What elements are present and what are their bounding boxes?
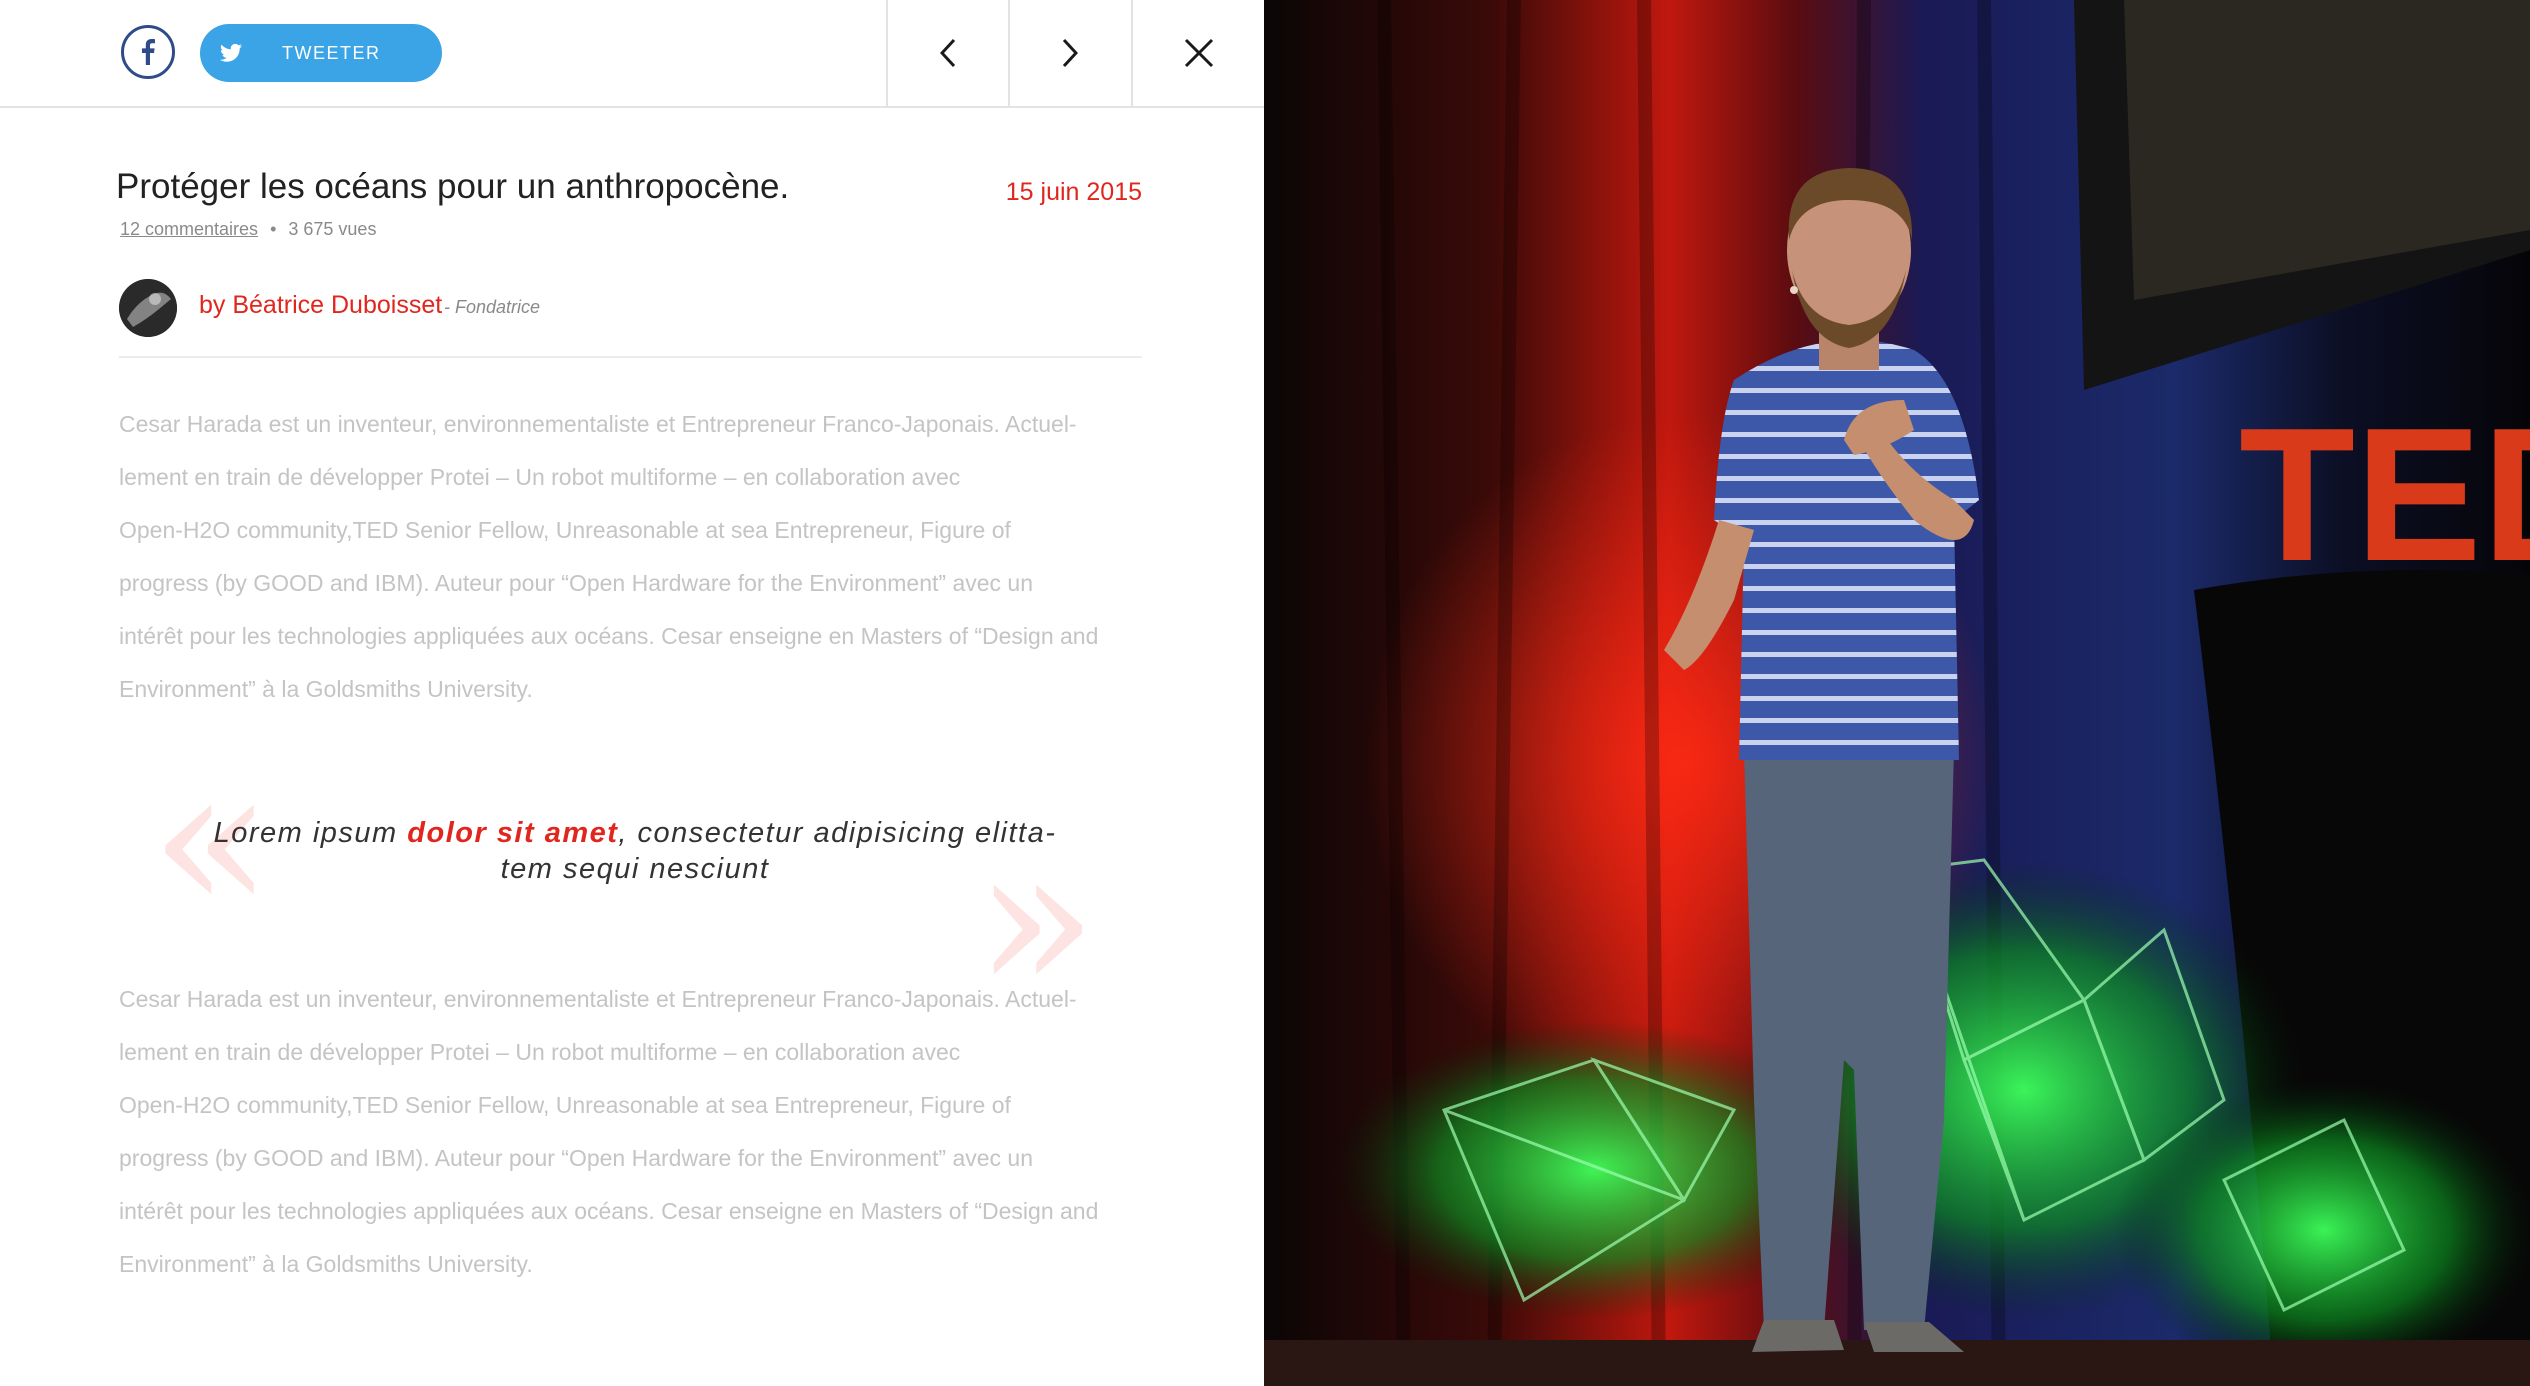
comments-link[interactable]: 12 commentaires: [120, 219, 258, 239]
divider: [119, 356, 1142, 358]
paragraph-line: progress (by GOOD and IBM). Auteur pour …: [119, 570, 1034, 596]
top-bar: TWEETER: [0, 0, 1264, 108]
speaker-photo: TED: [1264, 0, 2530, 1386]
paragraph-line: Cesar Harada est un inventeur, environne…: [119, 411, 1077, 437]
quote-text: Lorem ipsum: [213, 817, 408, 849]
facebook-share-button[interactable]: [121, 25, 175, 79]
quote-highlight: dolor sit amet: [407, 817, 619, 849]
article-photo: TED: [1264, 0, 2530, 1386]
tweet-button[interactable]: TWEETER: [200, 24, 442, 82]
article-panel: TWEETER Protéger les océans pour un anth…: [0, 0, 1264, 1386]
tweet-button-label: TWEETER: [282, 43, 381, 63]
article-paragraph: Cesar Harada est un inventeur, environne…: [119, 973, 1149, 1291]
ted-sign: TED: [2239, 389, 2530, 601]
next-article-button[interactable]: [1008, 0, 1130, 106]
author-avatar[interactable]: [119, 279, 177, 337]
meta-separator: •: [270, 219, 277, 239]
close-button[interactable]: [1131, 0, 1264, 106]
paragraph-line: intérêt pour les technologies appliquées…: [119, 623, 1099, 649]
paragraph-line: lement en train de développer Protei – U…: [119, 464, 961, 490]
paragraph-line: Cesar Harada est un inventeur, environne…: [119, 986, 1077, 1012]
close-icon: [1184, 38, 1213, 68]
twitter-icon: [220, 43, 242, 62]
chevron-right-icon: [1062, 38, 1078, 68]
paragraph-line: Open-H2O community,TED Senior Fellow, Un…: [119, 1092, 1011, 1118]
chevron-left-icon: [940, 38, 956, 68]
avatar-image: [119, 279, 177, 337]
paragraph-line: Environment” à la Goldsmiths University.: [119, 676, 533, 702]
views-count: 3 675 vues: [288, 219, 377, 239]
paragraph-line: progress (by GOOD and IBM). Auteur pour …: [119, 1145, 1034, 1171]
article-date: 15 juin 2015: [1005, 178, 1142, 206]
previous-article-button[interactable]: [886, 0, 1008, 106]
quote-text: , consectetur adipisicing elitta-: [618, 817, 1057, 849]
paragraph-line: intérêt pour les technologies appliquées…: [119, 1198, 1099, 1224]
author-name[interactable]: by Béatrice Duboisset: [199, 291, 442, 320]
paragraph-line: lement en train de développer Protei – U…: [119, 1039, 961, 1065]
paragraph-line: Open-H2O community,TED Senior Fellow, Un…: [119, 517, 1011, 543]
paragraph-line: Environment” à la Goldsmiths University.: [119, 1251, 533, 1277]
facebook-icon: [142, 39, 155, 65]
author-role: - Fondatrice: [444, 297, 541, 317]
pull-quote: Lorem ipsum dolor sit amet, consectetur …: [210, 815, 1060, 887]
article-paragraph: Cesar Harada est un inventeur, environne…: [119, 398, 1149, 716]
article-meta: 12 commentaires • 3 675 vues: [120, 219, 376, 240]
article-title: Protéger les océans pour un anthropocène…: [116, 167, 790, 206]
quote-text: tem sequi nesciunt: [500, 853, 770, 885]
